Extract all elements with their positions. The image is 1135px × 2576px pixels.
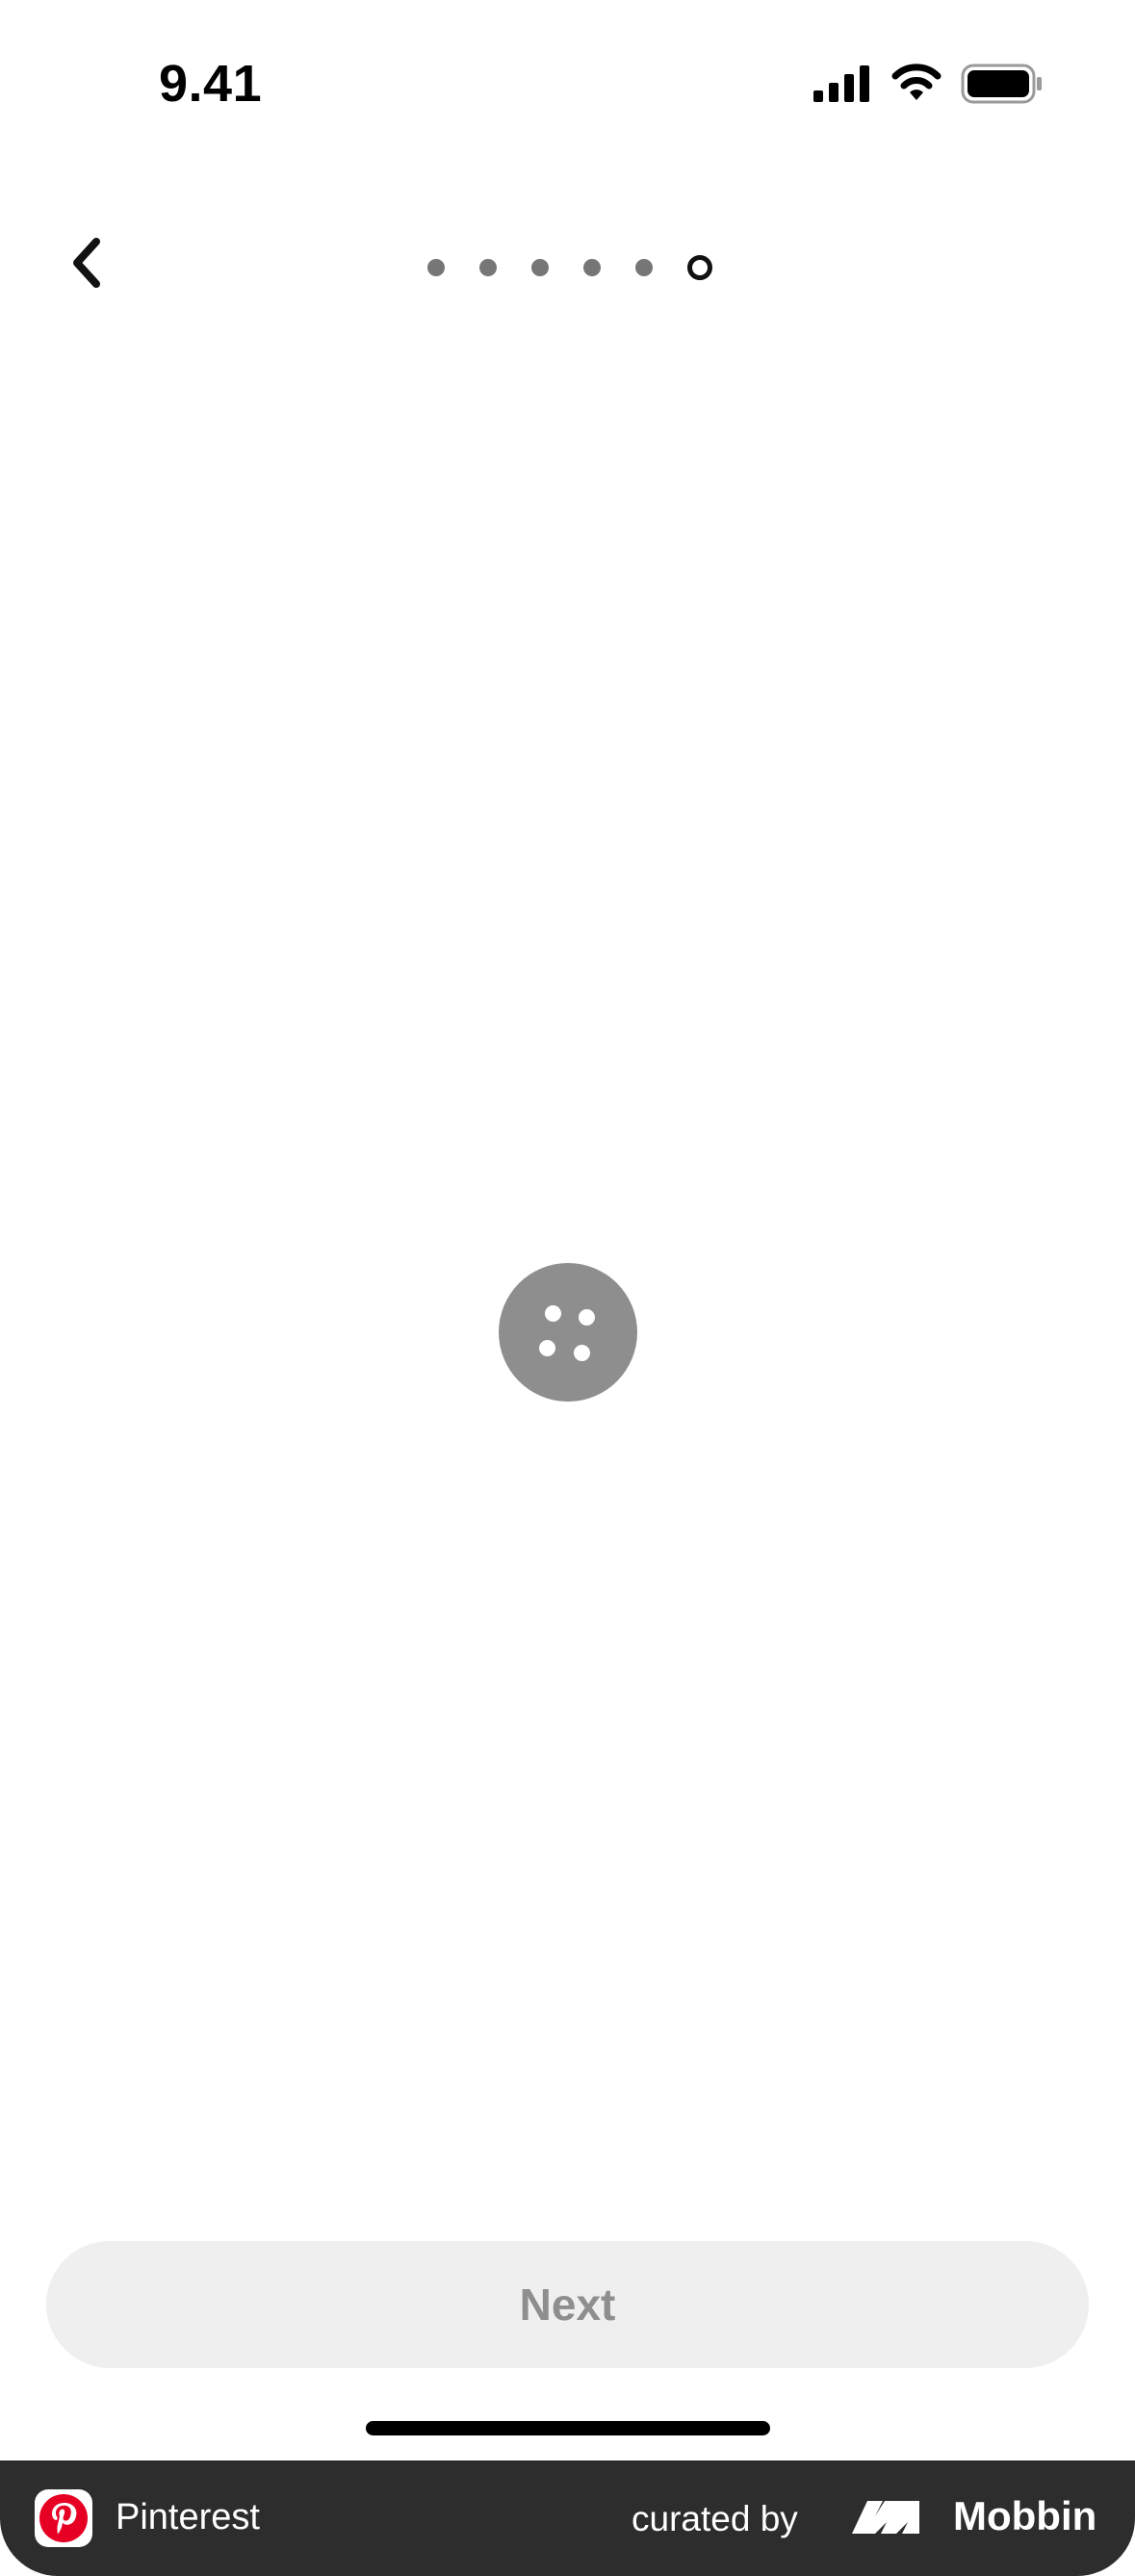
top-navigation [0, 212, 1135, 308]
progress-dot [531, 259, 549, 276]
loading-spinner-icon [499, 1263, 637, 1402]
brand-name: Mobbin [953, 2493, 1097, 2538]
next-button[interactable]: Next [46, 2241, 1089, 2368]
status-bar: 9.41 [0, 0, 1135, 173]
pinterest-logo-icon [35, 2489, 92, 2547]
curated-by-label: curated by [632, 2499, 798, 2538]
chevron-left-icon [73, 238, 100, 288]
attribution-footer: Pinterest curated by Mobbin [0, 2460, 1135, 2576]
spinner-dot [545, 1305, 561, 1322]
progress-dot-current [687, 255, 712, 280]
status-time: 9.41 [159, 55, 263, 113]
spinner-dot [574, 1345, 590, 1361]
progress-dot [583, 259, 601, 276]
progress-dot [479, 259, 497, 276]
home-indicator [366, 2421, 770, 2435]
step-progress-indicator [427, 255, 712, 280]
battery-icon [961, 64, 1042, 104]
spinner-dot [579, 1309, 595, 1326]
progress-dot [427, 259, 445, 276]
wifi-icon [891, 64, 942, 100]
app-name: Pinterest [116, 2497, 260, 2537]
back-button[interactable] [53, 229, 120, 296]
spinner-dot [539, 1340, 555, 1356]
signal-icon [813, 65, 869, 102]
pinterest-p-icon [39, 2494, 88, 2542]
mobbin-logo-icon [852, 2501, 919, 2534]
progress-dot [635, 259, 653, 276]
